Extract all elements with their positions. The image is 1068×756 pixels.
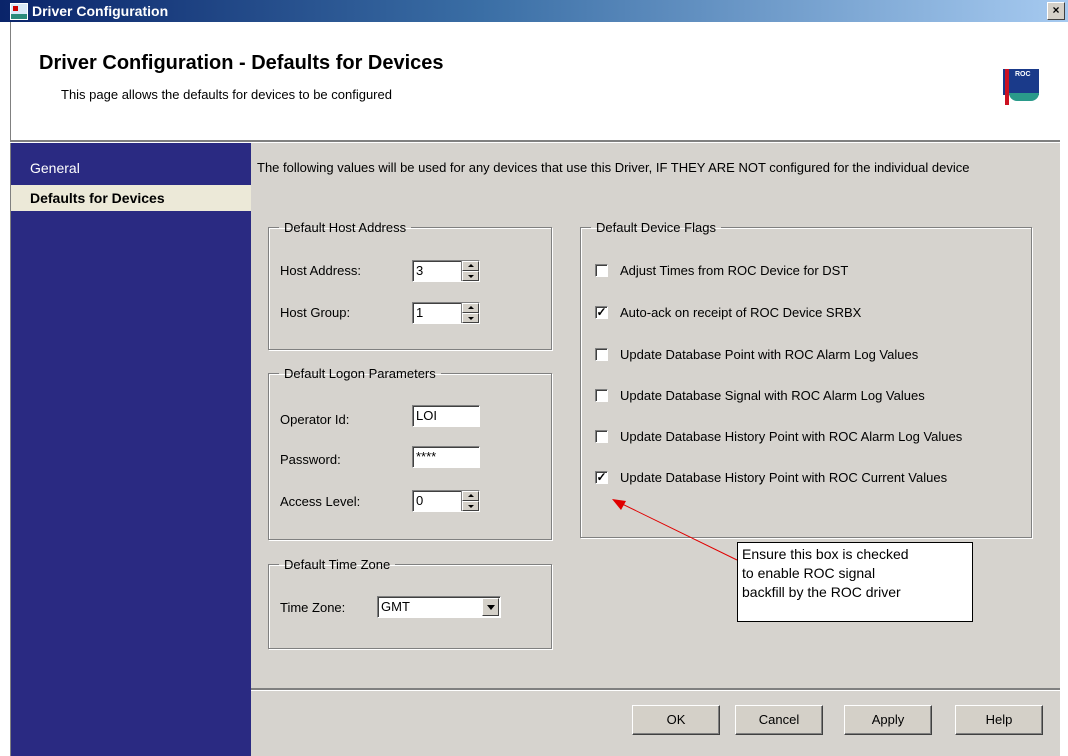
- host-address-legend: Default Host Address: [284, 220, 407, 235]
- page-header: Driver Configuration - Defaults for Devi…: [10, 22, 1061, 140]
- flag-update-point-alarm-checkbox[interactable]: [595, 348, 608, 361]
- flag-adjust-dst-label[interactable]: Adjust Times from ROC Device for DST: [620, 263, 848, 278]
- access-level-spinner[interactable]: 0: [412, 490, 480, 512]
- ok-button[interactable]: OK: [632, 705, 720, 735]
- spin-up-icon[interactable]: [462, 261, 479, 271]
- sidebar-item-general[interactable]: General: [11, 155, 251, 181]
- flag-auto-ack-label[interactable]: Auto-ack on receipt of ROC Device SRBX: [620, 305, 861, 320]
- operator-id-label: Operator Id:: [280, 412, 350, 427]
- flag-update-history-current-checkbox[interactable]: ✓: [595, 471, 608, 484]
- sidebar-item-defaults-for-devices[interactable]: Defaults for Devices: [11, 185, 251, 211]
- time-zone-select[interactable]: GMT: [377, 596, 501, 618]
- spin-up-icon[interactable]: [462, 491, 479, 501]
- flag-update-signal-alarm-label[interactable]: Update Database Signal with ROC Alarm Lo…: [620, 388, 925, 403]
- flag-update-point-alarm-label[interactable]: Update Database Point with ROC Alarm Log…: [620, 347, 918, 362]
- apply-button[interactable]: Apply: [844, 705, 932, 735]
- spin-down-icon[interactable]: [462, 271, 479, 281]
- host-address-group: Default Host Address: [268, 220, 552, 350]
- time-zone-legend: Default Time Zone: [284, 557, 391, 572]
- host-group-spin-buttons[interactable]: [461, 303, 479, 323]
- app-icon: [10, 3, 28, 20]
- callout-note: Ensure this box is checked to enable ROC…: [737, 542, 973, 622]
- flag-update-history-alarm-label[interactable]: Update Database History Point with ROC A…: [620, 429, 962, 444]
- spin-up-icon[interactable]: [462, 303, 479, 313]
- close-button[interactable]: ×: [1047, 2, 1065, 20]
- page-subtitle: This page allows the defaults for device…: [61, 87, 392, 102]
- operator-id-input[interactable]: LOI: [412, 405, 480, 427]
- callout-line: backfill by the ROC driver: [742, 584, 901, 600]
- host-group-value: 1: [416, 305, 424, 320]
- flag-adjust-dst-checkbox[interactable]: [595, 264, 608, 277]
- flag-auto-ack-checkbox[interactable]: ✓: [595, 306, 608, 319]
- device-flags-legend: Default Device Flags: [596, 220, 716, 235]
- roc-logo-text: ROC: [1015, 71, 1031, 78]
- callout-line: Ensure this box is checked: [742, 546, 909, 562]
- spin-down-icon[interactable]: [462, 501, 479, 511]
- host-address-value: 3: [416, 263, 424, 278]
- help-button[interactable]: Help: [955, 705, 1043, 735]
- time-zone-value: GMT: [381, 599, 410, 614]
- callout-line: to enable ROC signal: [742, 565, 876, 581]
- logon-parameters-legend: Default Logon Parameters: [284, 366, 436, 381]
- host-address-spin-buttons[interactable]: [461, 261, 479, 281]
- chevron-down-icon[interactable]: [482, 598, 499, 616]
- host-group-spinner[interactable]: 1: [412, 302, 480, 324]
- roc-logo: ROC: [1003, 69, 1039, 111]
- page-title: Driver Configuration - Defaults for Devi…: [39, 52, 444, 74]
- password-input[interactable]: ****: [412, 446, 480, 468]
- time-zone-label: Time Zone:: [280, 600, 346, 615]
- flag-update-history-current-label[interactable]: Update Database History Point with ROC C…: [620, 470, 947, 485]
- flag-update-history-alarm-checkbox[interactable]: [595, 430, 608, 443]
- access-level-spin-buttons[interactable]: [461, 491, 479, 511]
- spin-down-icon[interactable]: [462, 313, 479, 323]
- window-title: Driver Configuration: [32, 3, 169, 19]
- flag-update-signal-alarm-checkbox[interactable]: [595, 389, 608, 402]
- host-address-label: Host Address:: [280, 263, 361, 278]
- cancel-button[interactable]: Cancel: [735, 705, 823, 735]
- password-label: Password:: [280, 452, 341, 467]
- host-group-label: Host Group:: [280, 305, 351, 320]
- sidebar: General Defaults for Devices: [10, 143, 251, 756]
- host-address-spinner[interactable]: 3: [412, 260, 480, 282]
- intro-text: The following values will be used for an…: [257, 160, 970, 175]
- window-titlebar: Driver Configuration ×: [0, 0, 1068, 22]
- access-level-value: 0: [416, 493, 424, 508]
- access-level-label: Access Level:: [280, 494, 361, 509]
